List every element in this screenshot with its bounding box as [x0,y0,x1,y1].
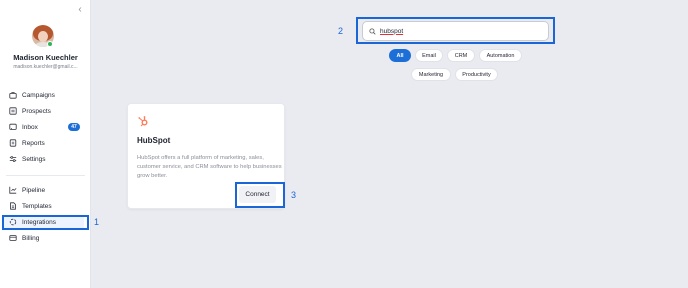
inbox-count-badge: 47 [68,123,80,131]
card-title: HubSpot [137,136,171,145]
sidebar-item-billing[interactable]: Billing [4,232,84,244]
sidebar-item-label: Inbox [22,123,38,131]
card-description: HubSpot offers a full platform of market… [137,155,282,179]
sidebar-item-settings[interactable]: Settings [4,153,84,165]
integrations-highlight-box [2,215,89,230]
filter-chip-marketing[interactable]: Marketing [411,68,451,81]
user-name: Madison Kuechler [13,53,78,62]
search-bar[interactable] [362,21,549,41]
sidebar-item-label: Settings [22,155,46,163]
list-icon [9,107,17,115]
sidebar-item-label: Prospects [22,107,51,115]
sidebar-item-label: Campaigns [22,91,55,99]
filter-chip-email[interactable]: Email [415,49,443,62]
inbox-icon [9,123,17,131]
sidebar-item-prospects[interactable]: Prospects [4,105,84,117]
sidebar-item-label: Pipeline [22,186,46,194]
document-icon [9,202,17,210]
sliders-icon [9,155,17,163]
filter-chip-productivity[interactable]: Productivity [455,68,498,81]
step-1-label: 1 [94,217,100,227]
chart-line-icon [9,186,17,194]
sidebar-item-reports[interactable]: Reports [4,137,84,149]
filter-chip-crm[interactable]: CRM [447,49,475,62]
step-3-label: 3 [291,190,297,200]
sidebar-item-label: Reports [22,139,45,147]
reports-icon [9,139,17,147]
filter-chip-all[interactable]: All [389,49,411,62]
hubspot-logo-icon [137,114,149,127]
collapse-sidebar-icon[interactable]: ‹ [75,5,85,15]
briefcase-icon [9,91,17,99]
sidebar-item-templates[interactable]: Templates [4,200,84,212]
sidebar-item-label: Templates [22,202,52,210]
search-input[interactable] [380,27,530,35]
sidebar: ‹ Madison Kuechler madison.kuechler@gmai… [0,0,91,288]
search-icon [369,27,376,35]
sidebar-item-campaigns[interactable]: Campaigns [4,89,84,101]
step-2-label: 2 [338,26,344,36]
sidebar-item-pipeline[interactable]: Pipeline [4,184,84,196]
sidebar-item-label: Billing [22,234,40,242]
connect-highlight-box [235,182,285,208]
user-email: madison.kuechler@gmail.c... [13,64,78,70]
credit-card-icon [9,234,17,242]
online-status-dot [47,41,53,47]
sidebar-divider [6,175,85,176]
sidebar-item-inbox[interactable]: Inbox 47 [4,121,84,133]
filter-chip-automation[interactable]: Automation [479,49,522,62]
